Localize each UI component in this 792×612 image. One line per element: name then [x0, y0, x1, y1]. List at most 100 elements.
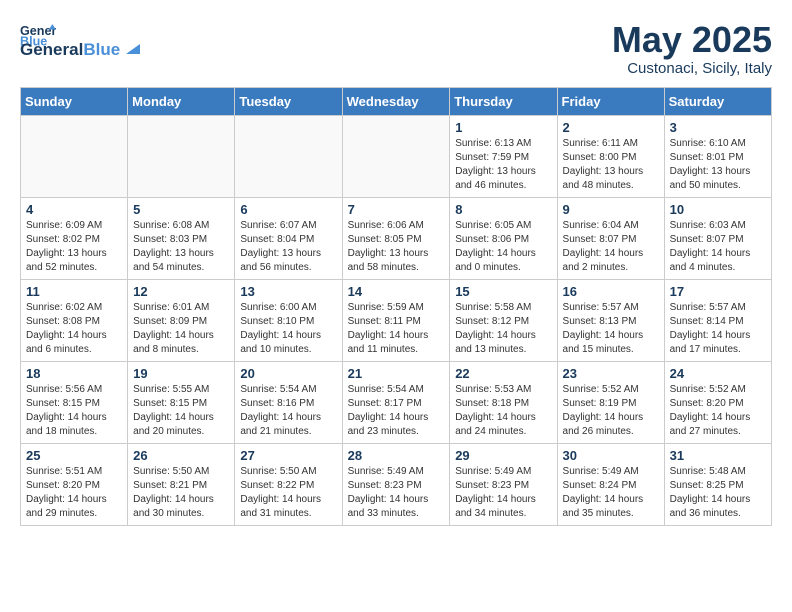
day-number: 17: [670, 284, 766, 299]
calendar-day-cell: 28Sunrise: 5:49 AM Sunset: 8:23 PM Dayli…: [342, 443, 450, 525]
calendar-day-cell: 7 Sunrise: 6:06 AM Sunset: 8:05 PM Daylig…: [342, 197, 450, 279]
day-number: 31: [670, 448, 766, 463]
day-number: 26: [133, 448, 229, 463]
day-info: Sunrise: 6:08 AM Sunset: 8:03 PM Dayligh…: [133, 219, 229, 275]
calendar-week-row: 18 Sunrise: 5:56 AM Sunset: 8:15 PM Dayli…: [21, 361, 772, 443]
day-number: 8: [455, 202, 551, 217]
calendar-day-cell: 4 Sunrise: 6:09 AM Sunset: 8:02 PM Daylig…: [21, 197, 128, 279]
calendar-day-cell: 20 Sunrise: 5:54 AM Sunset: 8:16 PM Dayli…: [235, 361, 342, 443]
day-info: Sunrise: 6:04 AM Sunset: 8:07 PM Dayligh…: [563, 219, 659, 275]
calendar-day-cell: [21, 115, 128, 197]
day-number: 16: [563, 284, 659, 299]
day-info: Sunrise: 5:57 AM Sunset: 8:14 PM Dayligh…: [670, 301, 766, 357]
day-number: 30: [563, 448, 659, 463]
day-number: 22: [455, 366, 551, 381]
day-info: Sunrise: 5:54 AM Sunset: 8:16 PM Dayligh…: [240, 383, 336, 439]
calendar-day-cell: 25 Sunrise: 5:51 AM Sunset: 8:20 PM Dayli…: [21, 443, 128, 525]
logo-triangle-icon: [122, 40, 140, 58]
day-number: 21: [348, 366, 445, 381]
day-info: Sunrise: 5:54 AM Sunset: 8:17 PM Dayligh…: [348, 383, 445, 439]
day-number: 13: [240, 284, 336, 299]
day-info: Sunrise: 6:03 AM Sunset: 8:07 PM Dayligh…: [670, 219, 766, 275]
calendar-day-cell: 16 Sunrise: 5:57 AM Sunset: 8:13 PM Dayli…: [557, 279, 664, 361]
day-number: 18: [26, 366, 122, 381]
calendar-day-cell: 3 Sunrise: 6:10 AM Sunset: 8:01 PM Daylig…: [664, 115, 771, 197]
day-info: Sunrise: 6:02 AM Sunset: 8:08 PM Dayligh…: [26, 301, 122, 357]
calendar-day-cell: 11 Sunrise: 6:02 AM Sunset: 8:08 PM Dayli…: [21, 279, 128, 361]
day-info: Sunrise: 6:13 AM Sunset: 7:59 PM Dayligh…: [455, 137, 551, 193]
day-info: Sunrise: 5:48 AM Sunset: 8:25 PM Dayligh…: [670, 465, 766, 521]
day-info: Sunrise: 6:00 AM Sunset: 8:10 PM Dayligh…: [240, 301, 336, 357]
day-info: Sunrise: 6:06 AM Sunset: 8:05 PM Dayligh…: [348, 219, 445, 275]
calendar-day-cell: [342, 115, 450, 197]
day-info: Sunrise: 5:53 AM Sunset: 8:18 PM Dayligh…: [455, 383, 551, 439]
day-number: 14: [348, 284, 445, 299]
day-info: Sunrise: 5:50 AM Sunset: 8:22 PM Dayligh…: [240, 465, 336, 521]
day-info: Sunrise: 6:10 AM Sunset: 8:01 PM Dayligh…: [670, 137, 766, 193]
calendar-day-cell: [235, 115, 342, 197]
day-number: 11: [26, 284, 122, 299]
calendar-day-cell: 26 Sunrise: 5:50 AM Sunset: 8:21 PM Dayli…: [128, 443, 235, 525]
weekday-header-cell: Monday: [128, 87, 235, 115]
calendar-week-row: 25 Sunrise: 5:51 AM Sunset: 8:20 PM Dayli…: [21, 443, 772, 525]
calendar-day-cell: 22 Sunrise: 5:53 AM Sunset: 8:18 PM Dayli…: [450, 361, 557, 443]
day-info: Sunrise: 5:49 AM Sunset: 8:23 PM Dayligh…: [455, 465, 551, 521]
day-number: 6: [240, 202, 336, 217]
title-area: May 2025 Custonaci, Sicily, Italy: [612, 20, 772, 77]
day-number: 3: [670, 120, 766, 135]
calendar-day-cell: 18 Sunrise: 5:56 AM Sunset: 8:15 PM Dayli…: [21, 361, 128, 443]
day-info: Sunrise: 5:56 AM Sunset: 8:15 PM Dayligh…: [26, 383, 122, 439]
month-title: May 2025: [612, 20, 772, 60]
day-number: 28: [348, 448, 445, 463]
day-info: Sunrise: 5:51 AM Sunset: 8:20 PM Dayligh…: [26, 465, 122, 521]
calendar-day-cell: 5 Sunrise: 6:08 AM Sunset: 8:03 PM Daylig…: [128, 197, 235, 279]
day-info: Sunrise: 6:09 AM Sunset: 8:02 PM Dayligh…: [26, 219, 122, 275]
calendar-day-cell: 8 Sunrise: 6:05 AM Sunset: 8:06 PM Daylig…: [450, 197, 557, 279]
calendar-day-cell: 27Sunrise: 5:50 AM Sunset: 8:22 PM Dayli…: [235, 443, 342, 525]
calendar-week-row: 4 Sunrise: 6:09 AM Sunset: 8:02 PM Daylig…: [21, 197, 772, 279]
calendar-body: 1 Sunrise: 6:13 AM Sunset: 7:59 PM Daylig…: [21, 115, 772, 525]
calendar-day-cell: 13 Sunrise: 6:00 AM Sunset: 8:10 PM Dayli…: [235, 279, 342, 361]
day-number: 4: [26, 202, 122, 217]
calendar-day-cell: 30Sunrise: 5:49 AM Sunset: 8:24 PM Dayli…: [557, 443, 664, 525]
calendar-day-cell: 2Sunrise: 6:11 AM Sunset: 8:00 PM Daylig…: [557, 115, 664, 197]
calendar-day-cell: 9 Sunrise: 6:04 AM Sunset: 8:07 PM Daylig…: [557, 197, 664, 279]
calendar-day-cell: 31 Sunrise: 5:48 AM Sunset: 8:25 PM Dayli…: [664, 443, 771, 525]
day-number: 29: [455, 448, 551, 463]
day-info: Sunrise: 6:05 AM Sunset: 8:06 PM Dayligh…: [455, 219, 551, 275]
weekday-header-cell: Friday: [557, 87, 664, 115]
location: Custonaci, Sicily, Italy: [612, 60, 772, 77]
day-number: 1: [455, 120, 551, 135]
day-info: Sunrise: 5:58 AM Sunset: 8:12 PM Dayligh…: [455, 301, 551, 357]
calendar-day-cell: 10Sunrise: 6:03 AM Sunset: 8:07 PM Dayli…: [664, 197, 771, 279]
day-info: Sunrise: 5:59 AM Sunset: 8:11 PM Dayligh…: [348, 301, 445, 357]
weekday-header-cell: Sunday: [21, 87, 128, 115]
calendar-day-cell: 12Sunrise: 6:01 AM Sunset: 8:09 PM Dayli…: [128, 279, 235, 361]
weekday-header-row: SundayMondayTuesdayWednesdayThursdayFrid…: [21, 87, 772, 115]
day-number: 23: [563, 366, 659, 381]
calendar-table: SundayMondayTuesdayWednesdayThursdayFrid…: [20, 87, 772, 526]
day-info: Sunrise: 5:57 AM Sunset: 8:13 PM Dayligh…: [563, 301, 659, 357]
day-info: Sunrise: 6:11 AM Sunset: 8:00 PM Dayligh…: [563, 137, 659, 193]
weekday-header-cell: Thursday: [450, 87, 557, 115]
day-number: 15: [455, 284, 551, 299]
weekday-header-cell: Saturday: [664, 87, 771, 115]
calendar-day-cell: [128, 115, 235, 197]
logo: General Blue General Blue: [20, 20, 140, 60]
calendar-week-row: 11 Sunrise: 6:02 AM Sunset: 8:08 PM Dayli…: [21, 279, 772, 361]
day-number: 9: [563, 202, 659, 217]
calendar-day-cell: 14 Sunrise: 5:59 AM Sunset: 8:11 PM Dayli…: [342, 279, 450, 361]
calendar-day-cell: 17 Sunrise: 5:57 AM Sunset: 8:14 PM Dayli…: [664, 279, 771, 361]
calendar-day-cell: 23Sunrise: 5:52 AM Sunset: 8:19 PM Dayli…: [557, 361, 664, 443]
day-info: Sunrise: 5:55 AM Sunset: 8:15 PM Dayligh…: [133, 383, 229, 439]
weekday-header-cell: Wednesday: [342, 87, 450, 115]
logo-blue: Blue: [83, 40, 120, 60]
calendar-day-cell: 29 Sunrise: 5:49 AM Sunset: 8:23 PM Dayli…: [450, 443, 557, 525]
day-info: Sunrise: 5:50 AM Sunset: 8:21 PM Dayligh…: [133, 465, 229, 521]
day-number: 20: [240, 366, 336, 381]
day-number: 25: [26, 448, 122, 463]
day-number: 7: [348, 202, 445, 217]
day-number: 12: [133, 284, 229, 299]
day-number: 19: [133, 366, 229, 381]
day-number: 5: [133, 202, 229, 217]
